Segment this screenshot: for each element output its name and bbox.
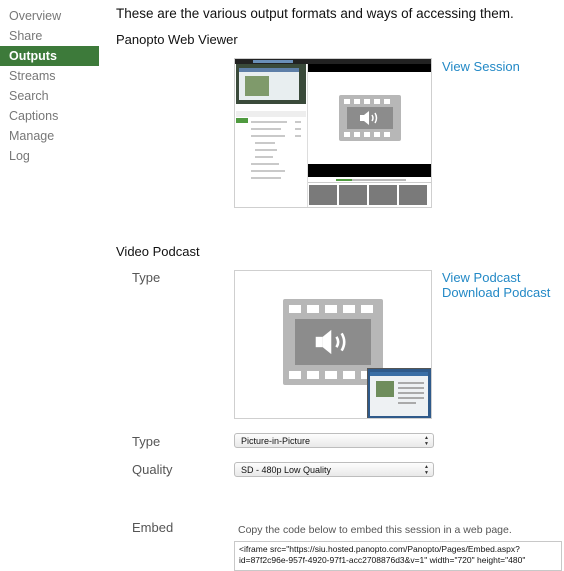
sidebar-nav: Overview Share Outputs Streams Search Ca… [0,6,99,166]
video-podcast-title: Video Podcast [116,244,200,259]
view-session-link[interactable]: View Session [442,59,520,74]
sidebar-item-log[interactable]: Log [0,146,99,166]
sidebar-item-manage[interactable]: Manage [0,126,99,146]
download-podcast-link[interactable]: Download Podcast [442,285,550,300]
select-arrows-icon: ▲ ▼ [424,464,429,476]
sidebar-item-captions[interactable]: Captions [0,106,99,126]
picture-in-picture-preview [367,368,431,418]
viewer-sidebar-preview [235,64,308,207]
type-select[interactable]: Picture-in-Picture ▲ ▼ [234,433,434,448]
quality-select-value: SD - 480p Low Quality [241,465,332,475]
film-speaker-icon [339,95,401,141]
quality-select[interactable]: SD - 480p Low Quality ▲ ▼ [234,462,434,477]
viewer-video-preview [308,64,431,177]
type-select-label: Type [132,434,161,449]
embed-label: Embed [132,520,174,535]
type-select-value: Picture-in-Picture [241,436,311,446]
viewer-thumbnail-strip [308,183,431,207]
view-podcast-link[interactable]: View Podcast [442,270,521,285]
web-viewer-thumbnail[interactable] [234,58,432,208]
sidebar-item-streams[interactable]: Streams [0,66,99,86]
web-viewer-title: Panopto Web Viewer [116,32,238,47]
select-arrows-icon: ▲ ▼ [424,435,429,447]
podcast-thumbnail[interactable] [234,270,432,419]
page-intro: These are the various output formats and… [116,6,514,21]
sidebar-item-search[interactable]: Search [0,86,99,106]
quality-select-label: Quality [132,462,173,477]
podcast-type-label: Type [132,270,161,285]
sidebar-item-outputs[interactable]: Outputs [0,46,99,66]
embed-help-text: Copy the code below to embed this sessio… [238,524,512,536]
sidebar-item-overview[interactable]: Overview [0,6,99,26]
sidebar-item-share[interactable]: Share [0,26,99,46]
